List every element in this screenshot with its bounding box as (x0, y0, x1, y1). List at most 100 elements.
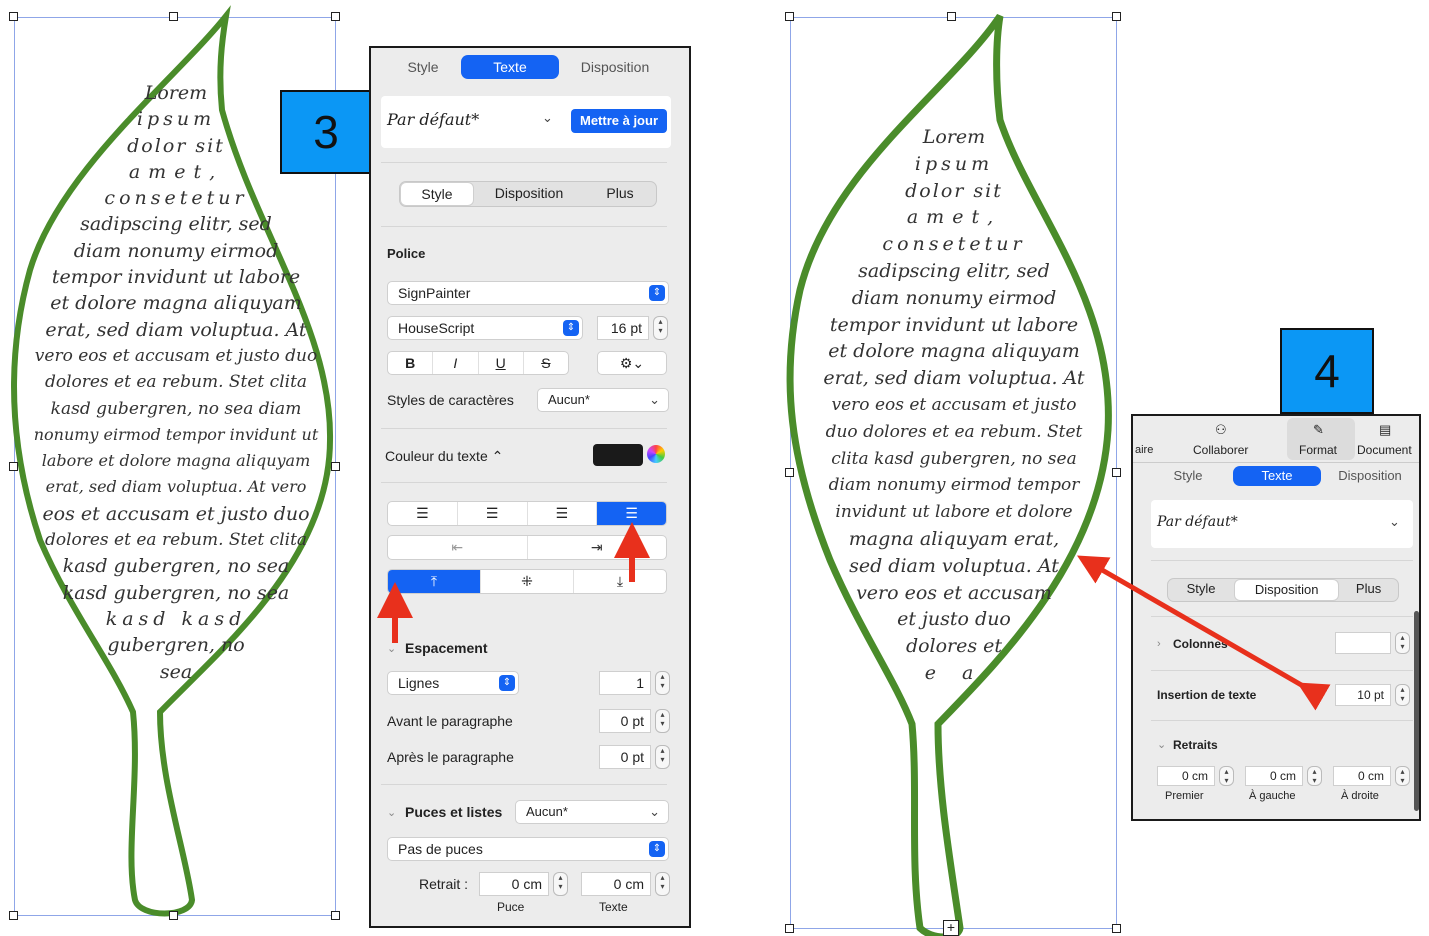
selection-handle[interactable] (331, 911, 340, 920)
line-spacing-select[interactable]: Lignes ⇕ (387, 671, 519, 695)
text-options-button[interactable]: ⚙⌄ (597, 351, 667, 375)
font-face-select[interactable]: HouseScript ⇕ (387, 316, 583, 340)
selection-handle[interactable] (785, 468, 794, 477)
collaborate-icon[interactable]: ⚇ (1215, 422, 1227, 438)
selection-handle[interactable] (169, 911, 178, 920)
indent-right-field[interactable]: 0 cm (1333, 766, 1391, 786)
increase-indent-icon[interactable]: ⇥ (528, 536, 667, 559)
subtab-disposition[interactable]: Disposition (474, 182, 584, 206)
text-color-swatch[interactable] (593, 444, 643, 466)
chevron-down-icon[interactable]: ⌄ (1389, 514, 1400, 530)
align-middle-icon[interactable]: ⁜ (481, 570, 574, 593)
font-family-select[interactable]: SignPainter ⇕ (387, 281, 669, 305)
subtab-style[interactable]: Style (1168, 579, 1234, 601)
line-spacing-stepper[interactable]: ▴ ▾ (655, 671, 670, 695)
align-justify-icon[interactable]: ☰ (597, 502, 666, 525)
font-size-field[interactable]: 16 pt (597, 316, 649, 340)
indent-left-field[interactable]: 0 cm (1245, 766, 1303, 786)
document-icon[interactable]: ▤ (1379, 422, 1391, 438)
selection-handle[interactable] (1112, 468, 1121, 477)
text-line: diam nonumy eirmod (73, 239, 279, 262)
align-bottom-icon[interactable]: ⤓ (574, 570, 666, 593)
line-spacing-field[interactable]: 1 (599, 671, 651, 695)
text-line: clita kasd gubergren, no sea (831, 448, 1077, 469)
color-wheel-icon[interactable] (647, 445, 665, 463)
subtab-disposition[interactable]: Disposition (1234, 579, 1340, 601)
italic-button[interactable]: I (433, 352, 479, 374)
tab-style[interactable]: Style (385, 55, 461, 79)
disclosure-icon[interactable]: › (1157, 638, 1161, 650)
indent-right-stepper[interactable]: ▴ ▾ (1395, 766, 1410, 786)
selection-handle[interactable] (947, 12, 956, 21)
bullet-type-value: Pas de puces (398, 841, 483, 857)
bold-button[interactable]: B (388, 352, 434, 374)
text-line: e a (924, 661, 984, 684)
after-paragraph-stepper[interactable]: ▴ ▾ (655, 745, 670, 769)
char-styles-select[interactable]: Aucun* ⌄ (537, 388, 669, 412)
after-paragraph-field[interactable]: 0 pt (599, 745, 651, 769)
selection-handle[interactable] (1112, 12, 1121, 21)
selection-handle[interactable] (785, 924, 794, 933)
retrait-puce-stepper[interactable]: ▴ ▾ (553, 872, 568, 896)
toolbar-item-partial[interactable]: aire (1135, 444, 1153, 456)
decrease-indent-icon[interactable]: ⇤ (388, 536, 528, 559)
strikethrough-button[interactable]: S (524, 352, 568, 374)
update-button[interactable]: Mettre à jour (571, 109, 667, 133)
disclosure-icon[interactable]: ⌄ (387, 642, 396, 655)
tab-texte[interactable]: Texte (1233, 466, 1321, 486)
selection-handle[interactable] (1112, 924, 1121, 933)
align-left-icon[interactable]: ☰ (388, 502, 458, 525)
tab-style[interactable]: Style (1143, 466, 1233, 486)
retrait-puce-field[interactable]: 0 cm (479, 872, 549, 896)
toolbar-document[interactable]: Document (1357, 443, 1412, 457)
indent-first-field[interactable]: 0 cm (1157, 766, 1215, 786)
right-leaf-text[interactable]: Lorem ipsum dolor sit amet, consetetur s… (800, 124, 1108, 687)
selection-handle[interactable] (9, 911, 18, 920)
text-line: diam nonumy eirmod (851, 286, 1057, 309)
font-size-stepper[interactable]: ▴ ▾ (653, 316, 668, 340)
plus-handle-icon[interactable]: + (943, 920, 959, 936)
text-line: Lorem (922, 126, 986, 148)
text-line: consetetur (882, 233, 1026, 256)
tab-disposition[interactable]: Disposition (1321, 466, 1419, 486)
tab-texte[interactable]: Texte (461, 55, 559, 79)
subtab-plus[interactable]: Plus (584, 182, 656, 206)
selection-handle[interactable] (331, 12, 340, 21)
retrait-texte-field[interactable]: 0 cm (581, 872, 651, 896)
text-inset-stepper[interactable]: ▴ ▾ (1395, 684, 1410, 706)
subtab-style[interactable]: Style (400, 182, 474, 206)
bullets-select[interactable]: Aucun* ⌄ (515, 800, 669, 824)
text-line: gubergren, no (107, 634, 245, 657)
paragraph-subtabs: Style Disposition Plus (399, 181, 657, 207)
paragraph-style-name: Par défaut* (1157, 514, 1238, 530)
bullet-type-select[interactable]: Pas de puces ⇕ (387, 837, 669, 861)
align-right-icon[interactable]: ☰ (528, 502, 598, 525)
selection-handle[interactable] (9, 462, 18, 471)
before-paragraph-stepper[interactable]: ▴ ▾ (655, 709, 670, 733)
subtab-plus[interactable]: Plus (1339, 579, 1398, 601)
chevron-down-icon[interactable]: ⌄ (542, 110, 553, 126)
tab-disposition[interactable]: Disposition (559, 55, 671, 79)
before-paragraph-field[interactable]: 0 pt (599, 709, 651, 733)
columns-field[interactable] (1335, 632, 1391, 654)
disclosure-icon[interactable]: ⌄ (387, 806, 396, 819)
line-spacing-value: Lignes (398, 675, 440, 691)
selection-handle[interactable] (331, 462, 340, 471)
text-line: erat, sed diam voluptua. At (823, 367, 1085, 390)
selection-handle[interactable] (785, 12, 794, 21)
font-family-value: SignPainter (398, 285, 471, 301)
text-inset-field[interactable]: 10 pt (1335, 684, 1391, 706)
selection-handle[interactable] (9, 12, 18, 21)
align-center-icon[interactable]: ☰ (458, 502, 528, 525)
text-line: invidunt ut labore et dolore (835, 502, 1073, 523)
disclosure-icon[interactable]: ⌄ (1157, 738, 1166, 751)
align-top-icon[interactable]: ⤒ (388, 570, 481, 593)
scrollbar[interactable] (1414, 611, 1419, 811)
selection-handle[interactable] (169, 12, 178, 21)
underline-button[interactable]: U (479, 352, 524, 374)
indent-first-stepper[interactable]: ▴ ▾ (1219, 766, 1234, 786)
toolbar-collaborer[interactable]: Collaborer (1193, 443, 1248, 457)
indent-left-stepper[interactable]: ▴ ▾ (1307, 766, 1322, 786)
retrait-texte-stepper[interactable]: ▴ ▾ (655, 872, 670, 896)
columns-stepper[interactable]: ▴ ▾ (1395, 632, 1410, 654)
